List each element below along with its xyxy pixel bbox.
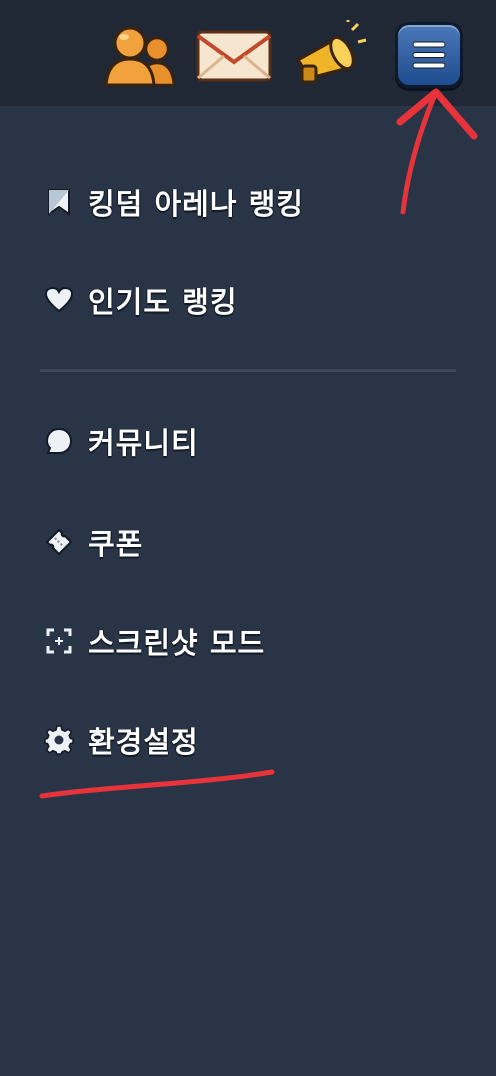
menu-button[interactable] (395, 22, 463, 88)
menu-item-popularity-ranking[interactable]: 인기도 랭킹 (44, 278, 238, 322)
menu-item-label: 쿠폰 (88, 527, 144, 561)
annotation-underline (39, 769, 275, 799)
ticket-icon (44, 527, 74, 557)
menu-item-label: 킹덤 아레나 랭킹 (88, 187, 304, 221)
menu-item-label: 스크린샷 모드 (88, 626, 266, 660)
friends-icon[interactable] (100, 18, 180, 93)
menu-item-coupon[interactable]: 쿠폰 (44, 520, 143, 564)
menu-item-kingdom-arena-ranking[interactable]: 킹덤 아레나 랭킹 (44, 180, 304, 224)
flag-icon (44, 187, 74, 217)
menu-item-screenshot-mode[interactable]: 스크린샷 모드 (44, 619, 265, 663)
annotation-arrow (400, 89, 439, 215)
mail-icon[interactable] (194, 18, 274, 93)
chat-bubble-icon (44, 426, 74, 456)
top-bar (0, 0, 496, 106)
menu-item-settings[interactable]: 환경설정 (44, 718, 199, 762)
menu-item-label: 커뮤니티 (88, 426, 199, 460)
menu-item-community[interactable]: 커뮤니티 (44, 419, 199, 463)
screenshot-icon (44, 626, 74, 656)
menu-item-label: 인기도 랭킹 (88, 285, 238, 319)
heart-icon (44, 285, 74, 315)
menu-item-label: 환경설정 (88, 725, 199, 759)
gear-icon (44, 725, 74, 755)
menu-divider (40, 369, 456, 372)
megaphone-icon[interactable] (288, 18, 368, 93)
hamburger-menu-icon (412, 41, 446, 69)
